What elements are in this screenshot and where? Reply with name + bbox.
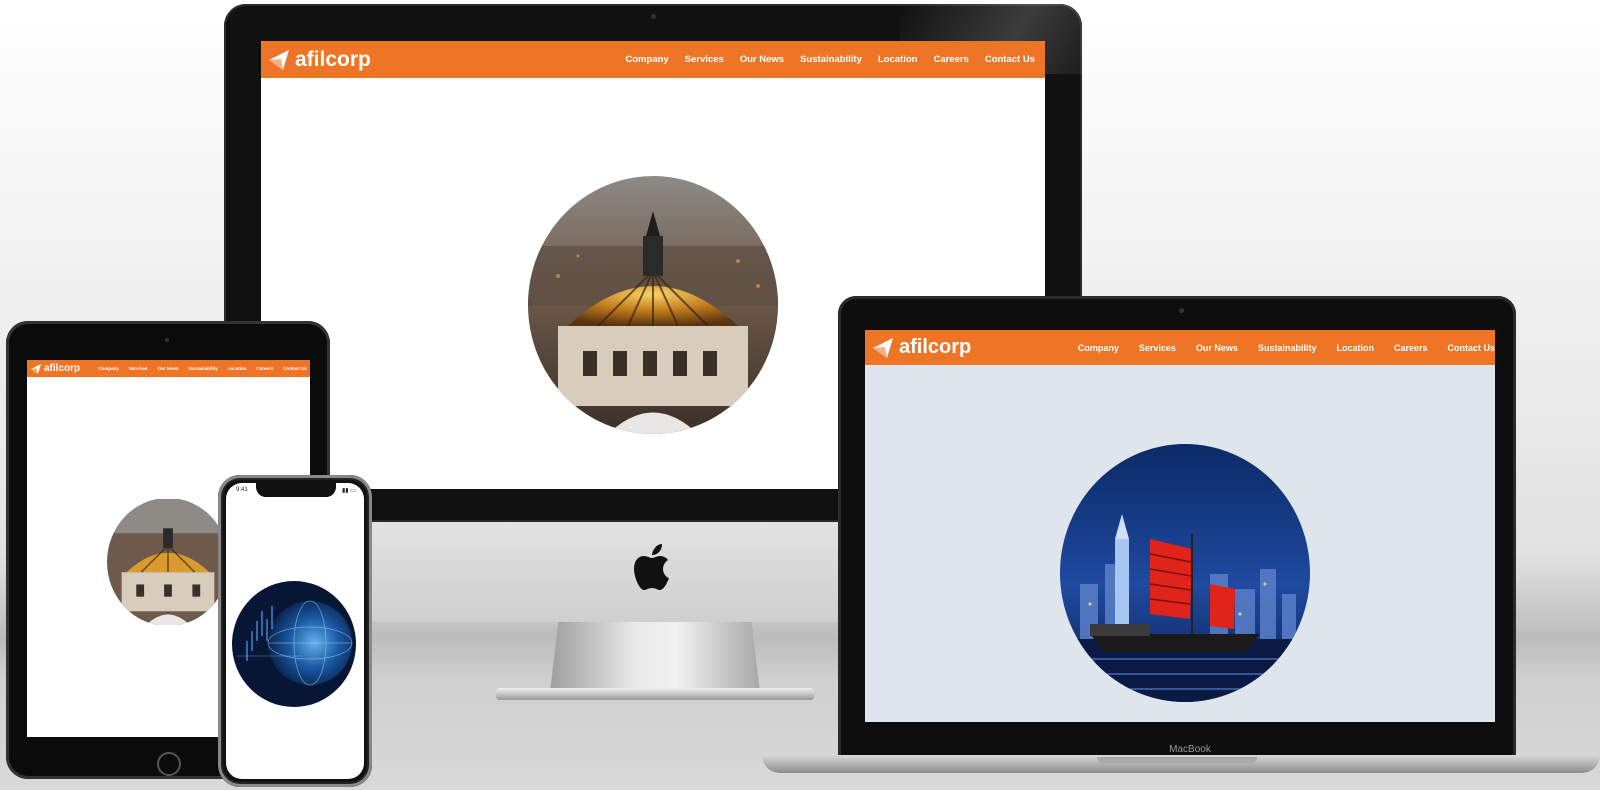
- afilcorp-logo-mark-icon: [31, 363, 41, 374]
- nav-contact-us-link[interactable]: Contact Us: [1447, 343, 1495, 353]
- afilcorp-logo-mark-icon: [873, 337, 893, 358]
- brand-name: afilcorp: [295, 47, 371, 71]
- desktop-logo[interactable]: afilcorp: [267, 48, 371, 72]
- phone-status-time: 9:41: [236, 487, 248, 493]
- nav-careers-link[interactable]: Careers: [1394, 343, 1428, 353]
- nav-company-link[interactable]: Company: [625, 54, 668, 65]
- tablet-home-button[interactable]: [157, 752, 181, 776]
- nav-location-link[interactable]: Location: [228, 366, 247, 371]
- nav-location-link[interactable]: Location: [1336, 343, 1374, 353]
- nav-sustainability-link[interactable]: Sustainability: [800, 54, 862, 65]
- afilcorp-logo-mark-icon: [269, 49, 289, 70]
- nav-contact-us-link[interactable]: Contact Us: [283, 366, 307, 371]
- nav-careers-link[interactable]: Careers: [256, 366, 273, 371]
- laptop-logo[interactable]: afilcorp: [871, 336, 971, 360]
- nav-our-news-link[interactable]: Our News: [1196, 343, 1238, 353]
- laptop-navbar: afilcorp Company Services Our News Susta…: [865, 330, 1495, 365]
- phone-battery-icon: ▮▮ ▭: [342, 488, 356, 494]
- nav-sustainability-link[interactable]: Sustainability: [1258, 343, 1317, 353]
- tablet-navbar: afilcorp Company Services Our News Susta…: [27, 360, 310, 377]
- nav-careers-link[interactable]: Careers: [933, 54, 968, 65]
- desktop-camera: [651, 14, 656, 19]
- laptop-screen: afilcorp Company Services Our News Susta…: [865, 330, 1495, 722]
- nav-company-link[interactable]: Company: [98, 366, 119, 371]
- laptop-opening-notch: [1097, 757, 1257, 763]
- tablet-camera: [165, 338, 169, 342]
- brand-name: afilcorp: [899, 336, 972, 358]
- nav-our-news-link[interactable]: Our News: [157, 366, 178, 371]
- hero-image-palace-dome: [528, 176, 778, 434]
- nav-contact-us-link[interactable]: Contact Us: [985, 54, 1035, 65]
- apple-logo-icon: [634, 544, 669, 590]
- hero-image-palace-dome: [107, 498, 229, 626]
- hero-image-digital-globe: [232, 581, 356, 707]
- nav-services-link[interactable]: Services: [1139, 343, 1176, 353]
- desktop-stand: [550, 622, 760, 692]
- nav-our-news-link[interactable]: Our News: [740, 54, 784, 65]
- hero-image-junk-boat-harbor: [1060, 444, 1310, 702]
- laptop-brand-label: MacBook: [1169, 744, 1211, 755]
- brand-name: afilcorp: [44, 363, 81, 374]
- nav-sustainability-link[interactable]: Sustainability: [188, 366, 217, 371]
- nav-services-link[interactable]: Services: [685, 54, 724, 65]
- phone-notch: [256, 483, 336, 497]
- tablet-logo[interactable]: afilcorp: [30, 363, 80, 375]
- phone-screen: [226, 483, 364, 779]
- nav-location-link[interactable]: Location: [878, 54, 918, 65]
- nav-services-link[interactable]: Services: [129, 366, 148, 371]
- desktop-navbar: afilcorp Company Services Our News Susta…: [261, 41, 1045, 78]
- desktop-stand-base: [496, 688, 814, 700]
- laptop-camera: [1179, 308, 1184, 313]
- nav-company-link[interactable]: Company: [1078, 343, 1119, 353]
